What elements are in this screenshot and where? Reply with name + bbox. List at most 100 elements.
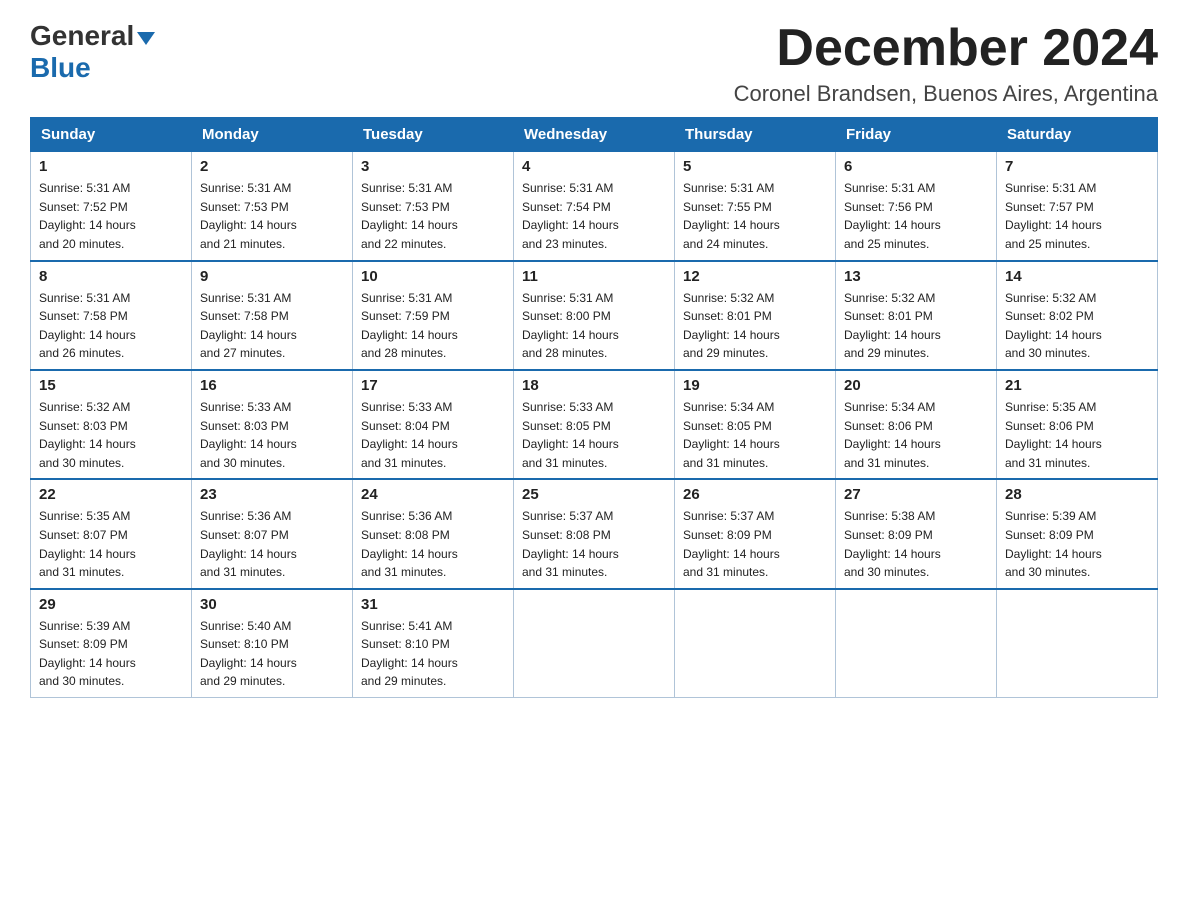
day-info: Sunrise: 5:37 AMSunset: 8:08 PMDaylight:…: [522, 507, 666, 581]
day-info: Sunrise: 5:31 AMSunset: 7:53 PMDaylight:…: [361, 179, 505, 253]
month-title: December 2024: [734, 20, 1158, 77]
calendar-cell: 7 Sunrise: 5:31 AMSunset: 7:57 PMDaylight…: [997, 152, 1158, 261]
weekday-header-sunday: Sunday: [31, 118, 192, 152]
day-number: 20: [844, 377, 988, 394]
calendar-cell: 4 Sunrise: 5:31 AMSunset: 7:54 PMDaylight…: [514, 152, 675, 261]
day-number: 12: [683, 268, 827, 285]
day-info: Sunrise: 5:33 AMSunset: 8:03 PMDaylight:…: [200, 398, 344, 472]
day-number: 7: [1005, 158, 1149, 175]
calendar-cell: 19 Sunrise: 5:34 AMSunset: 8:05 PMDayligh…: [675, 370, 836, 479]
calendar-cell: 26Sunrise: 5:37 AMSunset: 8:09 PMDayligh…: [675, 479, 836, 588]
day-info: Sunrise: 5:35 AMSunset: 8:07 PMDaylight:…: [39, 507, 183, 581]
calendar-cell: 28 Sunrise: 5:39 AMSunset: 8:09 PMDayligh…: [997, 479, 1158, 588]
calendar-cell: 13 Sunrise: 5:32 AMSunset: 8:01 PMDayligh…: [836, 261, 997, 370]
day-info: Sunrise: 5:39 AMSunset: 8:09 PMDaylight:…: [1005, 507, 1149, 581]
day-info: Sunrise: 5:34 AMSunset: 8:06 PMDaylight:…: [844, 398, 988, 472]
day-number: 23: [200, 486, 344, 503]
day-info: Sunrise: 5:39 AMSunset: 8:09 PMDaylight:…: [39, 617, 183, 691]
week-row-1: 1Sunrise: 5:31 AMSunset: 7:52 PMDaylight…: [31, 152, 1158, 261]
logo-text-blue: Blue: [30, 52, 91, 83]
calendar-cell: 30 Sunrise: 5:40 AMSunset: 8:10 PMDayligh…: [192, 589, 353, 698]
day-number: 19: [683, 377, 827, 394]
day-info: Sunrise: 5:32 AMSunset: 8:01 PMDaylight:…: [844, 289, 988, 363]
calendar-cell: [675, 589, 836, 698]
calendar-cell: 27 Sunrise: 5:38 AMSunset: 8:09 PMDayligh…: [836, 479, 997, 588]
calendar-cell: 3 Sunrise: 5:31 AMSunset: 7:53 PMDaylight…: [353, 152, 514, 261]
calendar-cell: 18Sunrise: 5:33 AMSunset: 8:05 PMDayligh…: [514, 370, 675, 479]
day-number: 6: [844, 158, 988, 175]
day-info: Sunrise: 5:35 AMSunset: 8:06 PMDaylight:…: [1005, 398, 1149, 472]
day-info: Sunrise: 5:34 AMSunset: 8:05 PMDaylight:…: [683, 398, 827, 472]
day-number: 5: [683, 158, 827, 175]
day-number: 10: [361, 268, 505, 285]
calendar-cell: 29 Sunrise: 5:39 AMSunset: 8:09 PMDayligh…: [31, 589, 192, 698]
day-number: 4: [522, 158, 666, 175]
day-number: 9: [200, 268, 344, 285]
logo-text-general: General: [30, 20, 134, 52]
weekday-header-thursday: Thursday: [675, 118, 836, 152]
weekday-header-saturday: Saturday: [997, 118, 1158, 152]
day-info: Sunrise: 5:33 AMSunset: 8:04 PMDaylight:…: [361, 398, 505, 472]
day-info: Sunrise: 5:32 AMSunset: 8:03 PMDaylight:…: [39, 398, 183, 472]
day-number: 27: [844, 486, 988, 503]
day-info: Sunrise: 5:36 AMSunset: 8:07 PMDaylight:…: [200, 507, 344, 581]
day-number: 16: [200, 377, 344, 394]
day-number: 28: [1005, 486, 1149, 503]
day-number: 13: [844, 268, 988, 285]
calendar-cell: 2 Sunrise: 5:31 AMSunset: 7:53 PMDaylight…: [192, 152, 353, 261]
week-row-4: 22 Sunrise: 5:35 AMSunset: 8:07 PMDayligh…: [31, 479, 1158, 588]
calendar-cell: 14Sunrise: 5:32 AMSunset: 8:02 PMDayligh…: [997, 261, 1158, 370]
day-info: Sunrise: 5:38 AMSunset: 8:09 PMDaylight:…: [844, 507, 988, 581]
day-info: Sunrise: 5:31 AMSunset: 7:58 PMDaylight:…: [39, 289, 183, 363]
week-row-3: 15 Sunrise: 5:32 AMSunset: 8:03 PMDayligh…: [31, 370, 1158, 479]
day-number: 21: [1005, 377, 1149, 394]
calendar-cell: 17Sunrise: 5:33 AMSunset: 8:04 PMDayligh…: [353, 370, 514, 479]
calendar-cell: 5Sunrise: 5:31 AMSunset: 7:55 PMDaylight…: [675, 152, 836, 261]
day-number: 8: [39, 268, 183, 285]
calendar-cell: 6 Sunrise: 5:31 AMSunset: 7:56 PMDaylight…: [836, 152, 997, 261]
day-info: Sunrise: 5:31 AMSunset: 7:56 PMDaylight:…: [844, 179, 988, 253]
day-info: Sunrise: 5:32 AMSunset: 8:02 PMDaylight:…: [1005, 289, 1149, 363]
weekday-header-tuesday: Tuesday: [353, 118, 514, 152]
calendar-table: SundayMondayTuesdayWednesdayThursdayFrid…: [30, 117, 1158, 698]
weekday-header-row: SundayMondayTuesdayWednesdayThursdayFrid…: [31, 118, 1158, 152]
day-number: 1: [39, 158, 183, 175]
day-info: Sunrise: 5:36 AMSunset: 8:08 PMDaylight:…: [361, 507, 505, 581]
calendar-cell: 22 Sunrise: 5:35 AMSunset: 8:07 PMDayligh…: [31, 479, 192, 588]
day-number: 30: [200, 596, 344, 613]
calendar-cell: 21 Sunrise: 5:35 AMSunset: 8:06 PMDayligh…: [997, 370, 1158, 479]
day-info: Sunrise: 5:32 AMSunset: 8:01 PMDaylight:…: [683, 289, 827, 363]
day-number: 26: [683, 486, 827, 503]
day-number: 29: [39, 596, 183, 613]
calendar-cell: 15 Sunrise: 5:32 AMSunset: 8:03 PMDayligh…: [31, 370, 192, 479]
calendar-cell: 25 Sunrise: 5:37 AMSunset: 8:08 PMDayligh…: [514, 479, 675, 588]
calendar-cell: 31Sunrise: 5:41 AMSunset: 8:10 PMDayligh…: [353, 589, 514, 698]
calendar-cell: [514, 589, 675, 698]
calendar-cell: 23 Sunrise: 5:36 AMSunset: 8:07 PMDayligh…: [192, 479, 353, 588]
calendar-cell: 10Sunrise: 5:31 AMSunset: 7:59 PMDayligh…: [353, 261, 514, 370]
weekday-header-wednesday: Wednesday: [514, 118, 675, 152]
location-title: Coronel Brandsen, Buenos Aires, Argentin…: [734, 81, 1158, 107]
logo: General Blue: [30, 20, 155, 84]
day-number: 22: [39, 486, 183, 503]
day-info: Sunrise: 5:31 AMSunset: 7:58 PMDaylight:…: [200, 289, 344, 363]
day-number: 31: [361, 596, 505, 613]
day-number: 3: [361, 158, 505, 175]
calendar-cell: [836, 589, 997, 698]
day-number: 15: [39, 377, 183, 394]
weekday-header-friday: Friday: [836, 118, 997, 152]
day-info: Sunrise: 5:31 AMSunset: 7:53 PMDaylight:…: [200, 179, 344, 253]
weekday-header-monday: Monday: [192, 118, 353, 152]
week-row-2: 8 Sunrise: 5:31 AMSunset: 7:58 PMDaylight…: [31, 261, 1158, 370]
day-number: 18: [522, 377, 666, 394]
day-number: 25: [522, 486, 666, 503]
day-info: Sunrise: 5:31 AMSunset: 7:57 PMDaylight:…: [1005, 179, 1149, 253]
day-number: 24: [361, 486, 505, 503]
day-info: Sunrise: 5:31 AMSunset: 7:54 PMDaylight:…: [522, 179, 666, 253]
calendar-cell: 8 Sunrise: 5:31 AMSunset: 7:58 PMDaylight…: [31, 261, 192, 370]
day-number: 11: [522, 268, 666, 285]
calendar-cell: 20 Sunrise: 5:34 AMSunset: 8:06 PMDayligh…: [836, 370, 997, 479]
calendar-cell: 24 Sunrise: 5:36 AMSunset: 8:08 PMDayligh…: [353, 479, 514, 588]
day-info: Sunrise: 5:40 AMSunset: 8:10 PMDaylight:…: [200, 617, 344, 691]
day-number: 2: [200, 158, 344, 175]
